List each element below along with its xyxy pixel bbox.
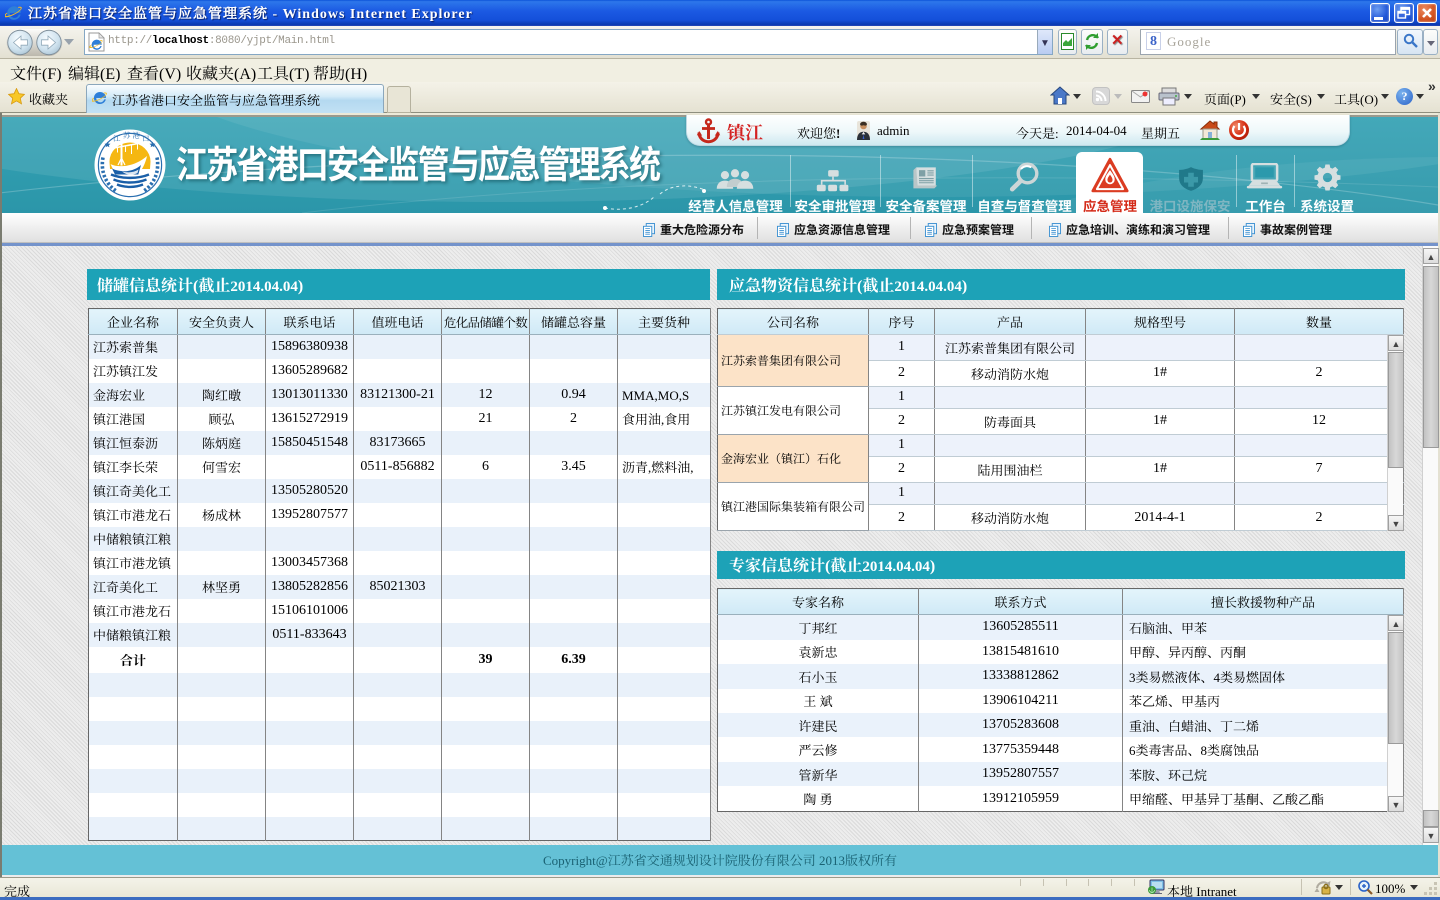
svg-text:江: 江: [113, 133, 121, 144]
svg-text:苏: 苏: [123, 130, 131, 141]
svg-text:港: 港: [133, 130, 141, 141]
svg-text:口: 口: [142, 133, 150, 144]
